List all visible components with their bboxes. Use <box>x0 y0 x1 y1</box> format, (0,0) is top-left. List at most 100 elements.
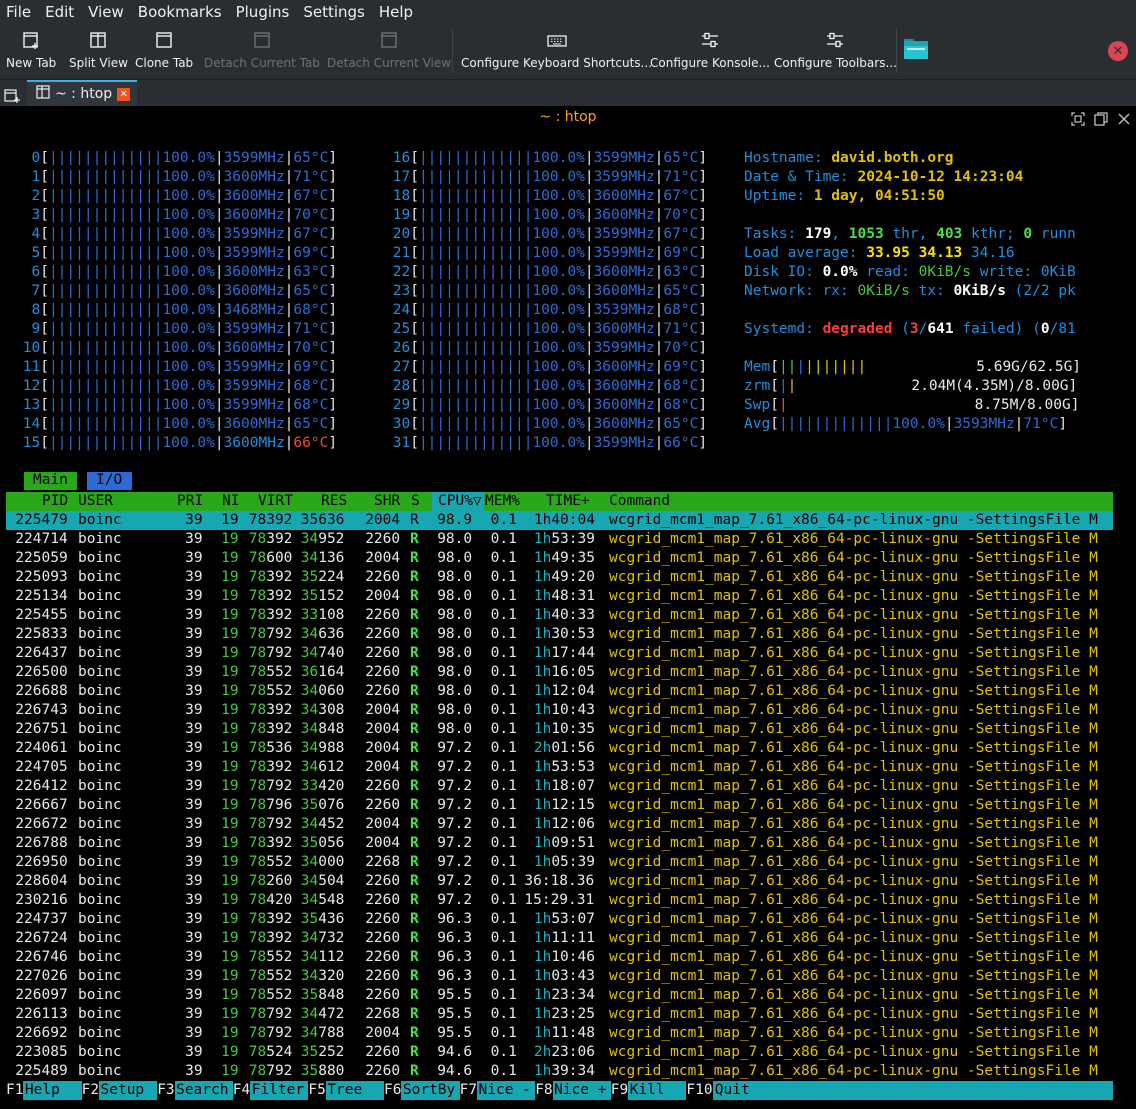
tab-io[interactable]: I/O <box>87 472 132 490</box>
function-key[interactable]: F4 <box>232 1081 251 1100</box>
table-row[interactable]: 226437 boinc 39 19 78792 34740 2260 R 98.0 0.1 wcg… <box>0 644 1136 663</box>
cpu-cell: 98.0 <box>437 531 473 547</box>
table-row[interactable]: 225455 boinc 39 19 78392 33108 2260 R 98.0 0.1 wcg… <box>0 606 1136 625</box>
clone-tab-button[interactable]: Clone Tab <box>135 27 193 77</box>
column-header[interactable]: S <box>411 492 420 511</box>
menu-edit[interactable]: Edit <box>38 0 81 25</box>
time-hours: 1h <box>533 930 552 946</box>
res-cell: 34612 <box>300 759 345 775</box>
configure-toolbars-button[interactable]: Configure Toolbars... <box>774 27 897 77</box>
table-row[interactable]: 226751 boinc 39 19 78392 34848 2004 R 98.0 0.1 wcg… <box>0 720 1136 739</box>
shr-cell: 2260 <box>365 797 401 813</box>
configure-konsole-button[interactable]: Configure Konsole... <box>650 27 770 77</box>
column-header[interactable]: Command <box>609 492 670 511</box>
table-row[interactable]: 226724 boinc 39 19 78392 34732 2260 R 96.3 0.1 wcg… <box>0 929 1136 948</box>
column-header[interactable]: MEM% <box>485 492 520 511</box>
table-row[interactable]: 226743 boinc 39 19 78392 34308 2004 R 98.0 0.1 wcg… <box>0 701 1136 720</box>
table-row[interactable]: 228604 boinc 39 19 78260 34504 2260 R 97.2 0.1 wcg… <box>0 872 1136 891</box>
function-key-label[interactable]: Nice - <box>479 1081 531 1100</box>
table-row[interactable]: 226412 boinc 39 19 78792 33420 2260 R 97.2 0.1 wcg… <box>0 777 1136 796</box>
function-key-label[interactable]: Tree <box>327 1081 379 1100</box>
detach-tab-button[interactable]: Detach Current Tab <box>204 27 320 77</box>
function-key-label[interactable]: Search <box>176 1081 228 1100</box>
cpu-percent: 100.0% <box>162 245 215 261</box>
table-row[interactable]: 224061 boinc 39 19 78536 34988 2004 R 97.2 0.1 wcg… <box>0 739 1136 758</box>
function-key[interactable]: F9 <box>610 1081 629 1100</box>
table-row[interactable]: 225489 boinc 39 19 78792 35880 2260 R 94.6 0.1 wcg… <box>0 1062 1136 1081</box>
tab-close-icon[interactable]: ✕ <box>117 87 131 101</box>
configure-keyboard-shortcuts-button[interactable]: Configure Keyboard Shortcuts... <box>461 27 652 77</box>
state-cell: R <box>410 1006 419 1022</box>
menu-settings[interactable]: Settings <box>296 0 372 25</box>
column-header[interactable]: SHR <box>374 492 400 511</box>
state-cell: R <box>410 626 419 642</box>
table-row[interactable]: 225093 boinc 39 19 78392 35224 2260 R 98.0 0.1 wcg… <box>0 568 1136 587</box>
menu-bookmarks[interactable]: Bookmarks <box>131 0 229 25</box>
table-row[interactable]: 226692 boinc 39 19 78792 34788 2004 R 95.5 0.1 wcg… <box>0 1024 1136 1043</box>
function-key[interactable]: F1 <box>6 1081 24 1100</box>
function-key[interactable]: F10 <box>686 1081 713 1100</box>
function-key-label[interactable]: Nice + <box>554 1081 606 1100</box>
function-key[interactable]: F8 <box>535 1081 553 1100</box>
menu-help[interactable]: Help <box>372 0 420 25</box>
column-header[interactable]: CPU%▽ <box>432 492 484 511</box>
function-key-label[interactable]: Quit <box>715 1081 750 1100</box>
htop-terminal[interactable]: 0[|||||||||||||100.0%|3599MHz|65°C] 1[||… <box>0 128 1136 1109</box>
function-key[interactable]: F6 <box>384 1081 402 1100</box>
column-header[interactable]: USER <box>78 492 113 511</box>
function-key[interactable]: F2 <box>81 1081 100 1100</box>
table-row[interactable]: 226746 boinc 39 19 78552 34112 2260 R 96.3 0.1 wcg… <box>0 948 1136 967</box>
table-row-selected[interactable]: 225479 boinc 39 19 78392 35636 2004 R 98.9 0.1 wcg… <box>0 511 1136 530</box>
column-header[interactable]: RES <box>321 492 347 511</box>
new-tab-icon[interactable] <box>4 87 20 107</box>
table-row[interactable]: 224705 boinc 39 19 78392 34612 2004 R 97.2 0.1 wcg… <box>0 758 1136 777</box>
res-cell: 34988 <box>300 740 345 756</box>
column-header[interactable]: PRI <box>177 492 203 511</box>
menu-plugins[interactable]: Plugins <box>229 0 297 25</box>
tab-htop[interactable]: ~ : htop ✕ <box>27 80 137 106</box>
table-row[interactable]: 225134 boinc 39 19 78392 35152 2004 R 98.0 0.1 wcg… <box>0 587 1136 606</box>
table-row[interactable]: 224737 boinc 39 19 78392 35436 2260 R 96.3 0.1 wcg… <box>0 910 1136 929</box>
function-key-label[interactable]: Filter <box>252 1081 304 1100</box>
table-row[interactable]: 226097 boinc 39 19 78552 35848 2260 R 95.5 0.1 wcg… <box>0 986 1136 1005</box>
table-row[interactable]: 230216 boinc 39 19 78420 34548 2260 R 97.2 0.1 wcg… <box>0 891 1136 910</box>
function-key-label[interactable]: Kill <box>630 1081 682 1100</box>
column-header[interactable]: VIRT <box>258 492 293 511</box>
table-row[interactable]: 226788 boinc 39 19 78392 35056 2004 R 97.2 0.1 wcg… <box>0 834 1136 853</box>
menu-view[interactable]: View <box>81 0 131 25</box>
function-key[interactable]: F5 <box>308 1081 326 1100</box>
table-row[interactable]: 225833 boinc 39 19 78792 34636 2260 R 98.0 0.1 wcg… <box>0 625 1136 644</box>
function-key-label[interactable]: Help <box>25 1081 77 1100</box>
tab-main[interactable]: Main <box>24 472 77 490</box>
terminal-title: ~ : htop <box>0 106 1136 128</box>
nice-cell: 19 <box>221 683 239 699</box>
function-key[interactable]: F3 <box>157 1081 175 1100</box>
column-header[interactable]: PID <box>42 492 68 511</box>
table-row[interactable]: 226667 boinc 39 19 78796 35076 2260 R 97.2 0.1 wcg… <box>0 796 1136 815</box>
table-row[interactable]: 226950 boinc 39 19 78552 34000 2268 R 97.2 0.1 wcg… <box>0 853 1136 872</box>
table-row[interactable]: 227026 boinc 39 19 78552 34320 2260 R 96.3 0.1 wcg… <box>0 967 1136 986</box>
new-tab-button[interactable]: New Tab <box>6 27 56 77</box>
table-row[interactable]: 224714 boinc 39 19 78392 34952 2260 R 98.0 0.1 wcg… <box>0 530 1136 549</box>
menu-file[interactable]: File <box>0 0 38 25</box>
column-header[interactable]: NI <box>222 492 239 511</box>
table-row[interactable]: 225059 boinc 39 19 78600 34136 2004 R 98.0 0.1 wcg… <box>0 549 1136 568</box>
column-header-bar[interactable]: PID USER PRI NI VIRT RES SHR S CPU%▽ MEM% TIME+ Com… <box>6 492 1113 511</box>
time-hours: 1h <box>533 816 552 832</box>
close-icon[interactable]: ✕ <box>1108 41 1128 61</box>
res-cell: 34320 <box>300 968 345 984</box>
table-row[interactable]: 226672 boinc 39 19 78792 34452 2004 R 97.2 0.1 wcg… <box>0 815 1136 834</box>
table-row[interactable]: 226688 boinc 39 19 78552 34060 2260 R 98.0 0.1 wcg… <box>0 682 1136 701</box>
table-row[interactable]: 223085 boinc 39 19 78524 35252 2260 R 94.6 0.1 wcg… <box>0 1043 1136 1062</box>
column-header[interactable]: TIME+ <box>546 492 590 511</box>
function-key-label[interactable]: Setup <box>101 1081 153 1100</box>
time-cell: 1h53:53 <box>534 758 595 777</box>
detach-view-button[interactable]: Detach Current View <box>327 27 451 77</box>
function-key-label[interactable]: SortBy <box>403 1081 455 1100</box>
time-rest: 36:18.36 <box>524 873 595 889</box>
table-row[interactable]: 226500 boinc 39 19 78552 36164 2260 R 98.0 0.1 wcg… <box>0 663 1136 682</box>
user-cell: boinc <box>78 588 122 604</box>
table-row[interactable]: 226113 boinc 39 19 78792 34472 2268 R 95.5 0.1 wcg… <box>0 1005 1136 1024</box>
split-view-button[interactable]: Split View <box>69 27 128 77</box>
function-key[interactable]: F7 <box>459 1081 478 1100</box>
